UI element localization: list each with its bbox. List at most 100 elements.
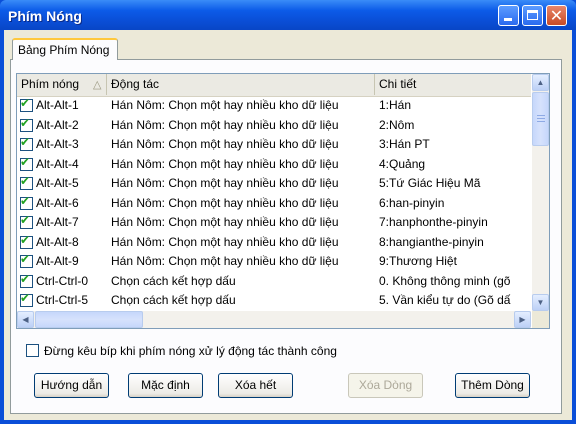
row-checkbox[interactable]: ✔ [20,174,33,190]
check-icon: ✔ [20,96,31,110]
hotkey-cell: Alt-Alt-4 [36,156,79,171]
table-row[interactable]: ✔ Alt-Alt-3 Hán Nôm: Chọn một hay nhiều kh… [17,135,531,155]
scrollbar-corner [532,311,549,328]
arrow-down-icon: ▼ [536,298,545,307]
check-icon: ✔ [20,252,31,266]
dialog-client-area: Bảng Phím Nóng Phím nóng △ Động tác Chi t… [4,30,572,420]
arrow-right-icon: ▶ [519,315,526,324]
row-checkbox[interactable]: ✔ [20,252,33,268]
detail-cell: 9:Thương Hiệt [379,254,457,268]
row-checkbox[interactable]: ✔ [20,193,33,210]
detail-cell: 1:Hán [379,98,412,112]
hotkey-cell: Ctrl-Ctrl-5 [36,293,88,307]
action-cell: Chọn cách kết hợp dấu [111,273,236,288]
tab-label: Bảng Phím Nóng [18,43,110,57]
hotkey-cell: Alt-Alt-5 [36,176,79,190]
row-checkbox[interactable]: ✔ [20,213,33,229]
hotkey-dialog-window: Phím Nóng ✕ Bảng Phím Nóng Phím nóng △ Độ… [0,0,576,424]
no-beep-checkbox[interactable] [26,344,39,357]
check-icon: ✔ [20,291,31,305]
guide-button[interactable]: Hướng dẫn [34,373,109,398]
row-checkbox[interactable]: ✔ [20,291,33,307]
action-cell: Hán Nôm: Chọn một hay nhiều kho dữ liệu [111,117,339,132]
row-checkbox[interactable]: ✔ [20,96,33,112]
row-checkbox[interactable]: ✔ [20,155,33,171]
arrow-up-icon: ▲ [536,78,545,87]
vertical-scrollbar[interactable]: ▲ ▼ [532,74,549,311]
grip-line [537,115,545,116]
detail-cell: 5. Vần kiểu tự do (Gõ dấ [379,293,511,307]
scroll-down-button[interactable]: ▼ [532,294,549,311]
table-row[interactable]: ✔ Ctrl-Ctrl-5 Chọn cách kết hợp dấu 5. Vần … [17,291,531,311]
table-row[interactable]: ✔ Alt-Alt-2 Hán Nôm: Chọn một hay nhiều kh… [17,116,531,136]
detail-cell: 3:Hán PT [379,137,430,151]
title-bar[interactable]: Phím Nóng ✕ [0,0,576,30]
hotkey-cell: Alt-Alt-3 [36,137,79,151]
maximize-icon [527,10,538,20]
table-row[interactable]: ✔ Alt-Alt-1 Hán Nôm: Chọn một hay nhiều kh… [17,96,531,116]
grip-line [537,121,545,122]
list-rows: ✔ Alt-Alt-1 Hán Nôm: Chọn một hay nhiều kh… [17,96,531,311]
table-row[interactable]: ✔ Alt-Alt-7 Hán Nôm: Chọn một hay nhiều kh… [17,213,531,233]
minimize-icon [504,18,512,21]
column-header-action[interactable]: Động tác [107,74,375,95]
detail-cell: 8:hangianthe-pinyin [379,234,484,249]
horizontal-scroll-thumb[interactable] [35,311,143,328]
detail-cell: 4:Quảng [379,156,426,171]
check-icon: ✔ [20,271,31,286]
close-icon: ✕ [549,6,564,25]
hotkey-cell: Ctrl-Ctrl-0 [36,273,88,288]
check-icon: ✔ [20,115,31,130]
horizontal-scrollbar[interactable]: ◀ ▶ [17,311,531,328]
detail-cell: 5:Tứ Giác Hiệu Mã [379,176,481,190]
row-checkbox[interactable]: ✔ [20,271,33,288]
detail-cell: 0. Không thông minh (gõ [379,273,511,288]
check-icon: ✔ [20,232,31,247]
action-cell: Hán Nôm: Chọn một hay nhiều kho dữ liệu [111,195,339,210]
close-button[interactable]: ✕ [546,5,567,26]
action-cell: Hán Nôm: Chọn một hay nhiều kho dữ liệu [111,98,339,112]
column-header-hotkey[interactable]: Phím nóng △ [17,74,107,95]
minimize-button[interactable] [498,5,519,26]
scroll-right-button[interactable]: ▶ [514,311,531,328]
add-row-button[interactable]: Thêm Dòng [455,373,530,398]
sort-ascending-icon: △ [93,79,102,91]
hotkey-cell: Alt-Alt-9 [36,254,79,268]
hotkey-cell: Alt-Alt-8 [36,234,79,249]
vertical-scroll-thumb[interactable] [532,92,549,146]
table-row[interactable]: ✔ Alt-Alt-9 Hán Nôm: Chọn một hay nhiều kh… [17,252,531,272]
hotkey-cell: Alt-Alt-1 [36,98,79,112]
scroll-up-button[interactable]: ▲ [532,74,549,91]
table-row[interactable]: ✔ Alt-Alt-6 Hán Nôm: Chọn một hay nhiều kh… [17,194,531,214]
check-icon: ✔ [20,193,31,208]
maximize-button[interactable] [522,5,543,26]
hotkey-cell: Alt-Alt-7 [36,215,79,229]
action-cell: Hán Nôm: Chọn một hay nhiều kho dữ liệu [111,254,339,268]
action-cell: Hán Nôm: Chọn một hay nhiều kho dữ liệu [111,215,339,229]
table-row[interactable]: ✔ Ctrl-Ctrl-0 Chọn cách kết hợp dấu 0. Khôn… [17,272,531,292]
row-checkbox[interactable]: ✔ [20,232,33,249]
default-button[interactable]: Mặc định [128,373,203,398]
hotkey-list[interactable]: Phím nóng △ Động tác Chi tiết ✔ Alt-Alt-1 H… [16,73,550,329]
row-checkbox[interactable]: ✔ [20,115,33,132]
action-cell: Hán Nôm: Chọn một hay nhiều kho dữ liệu [111,156,339,171]
tab-hotkey-table[interactable]: Bảng Phím Nóng [12,38,118,60]
window-title: Phím Nóng [8,8,82,24]
row-checkbox[interactable]: ✔ [20,135,33,151]
table-row[interactable]: ✔ Alt-Alt-8 Hán Nôm: Chọn một hay nhiều kh… [17,233,531,253]
check-icon: ✔ [20,135,31,149]
action-cell: Chọn cách kết hợp dấu [111,293,236,307]
action-cell: Hán Nôm: Chọn một hay nhiều kho dữ liệu [111,234,339,249]
column-header-detail[interactable]: Chi tiết [375,74,531,95]
delete-row-button[interactable]: Xóa Dòng [348,373,423,398]
grip-line [537,118,545,119]
action-cell: Hán Nôm: Chọn một hay nhiều kho dữ liệu [111,176,339,190]
scroll-left-button[interactable]: ◀ [17,311,34,328]
arrow-left-icon: ◀ [22,315,29,324]
hotkey-cell: Alt-Alt-2 [36,117,79,132]
table-row[interactable]: ✔ Alt-Alt-5 Hán Nôm: Chọn một hay nhiều kh… [17,174,531,194]
list-header: Phím nóng △ Động tác Chi tiết [17,74,531,97]
delete-all-button[interactable]: Xóa hết [218,373,293,398]
table-row[interactable]: ✔ Alt-Alt-4 Hán Nôm: Chọn một hay nhiều kh… [17,155,531,175]
check-icon: ✔ [20,213,31,227]
